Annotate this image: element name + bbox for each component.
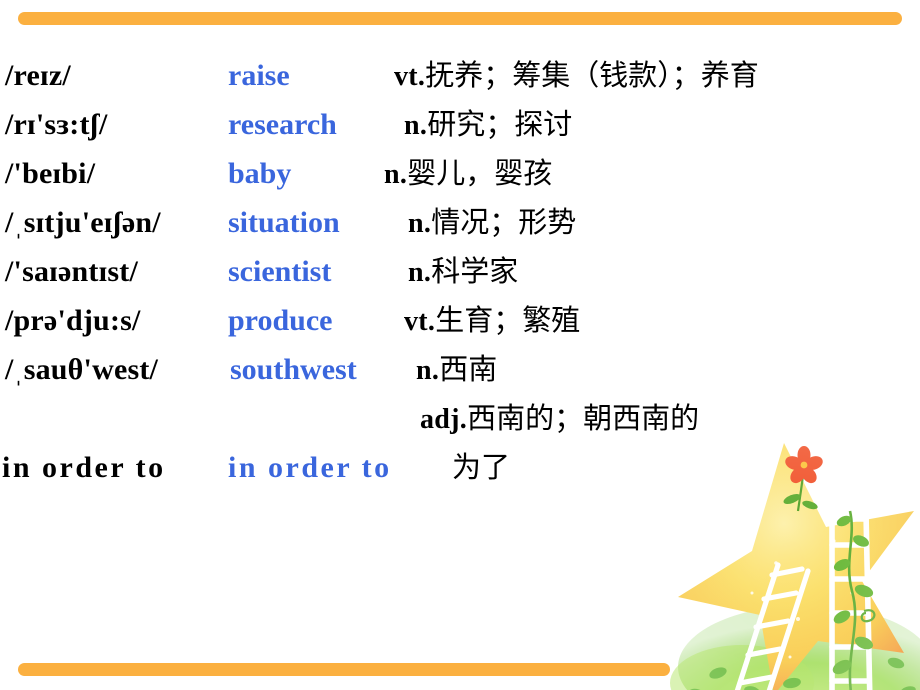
definition: n.西南 xyxy=(412,346,497,388)
definition: 为了 xyxy=(438,444,510,486)
phonetic-transcription: /reɪz/ xyxy=(5,59,71,92)
phonetic-transcription: /ˌsauθ'west/ xyxy=(5,353,159,386)
phonetic-transcription: /'saɪəntɪst/ xyxy=(5,255,138,288)
vocabulary-word: produce xyxy=(228,304,333,337)
vocabulary-row: /rɪ'sɜ:tʃ/ research n.研究；探讨 xyxy=(0,101,920,150)
definition: n.婴儿，婴孩 xyxy=(348,150,552,192)
definition: vt.抚养；筹集（钱款）；养育 xyxy=(368,52,759,94)
vocabulary-word: baby xyxy=(228,157,292,190)
part-of-speech: n. xyxy=(408,257,432,288)
chinese-meaning: 情况；形势 xyxy=(431,205,577,239)
part-of-speech: n. xyxy=(404,110,428,141)
chinese-meaning: 研究；探讨 xyxy=(427,107,573,141)
part-of-speech: n. xyxy=(416,355,440,386)
definition: n.情况；形势 xyxy=(390,199,576,241)
vocabulary-row: /ˌsɪtju'eɪʃən/ situation n.情况；形势 xyxy=(0,199,920,248)
part-of-speech: n. xyxy=(384,159,408,190)
vocabulary-row: /prə'dju:s/ produce vt.生育；繁殖 xyxy=(0,297,920,346)
definition-continuation-row: adj.西南的；朝西南的 xyxy=(0,395,920,444)
chinese-meaning: 西南的；朝西南的 xyxy=(467,401,700,435)
phonetic-transcription: /prə'dju:s/ xyxy=(5,304,141,337)
bottom-divider-bar xyxy=(18,663,670,676)
part-of-speech: vt. xyxy=(404,306,436,337)
vocabulary-word: southwest xyxy=(230,353,357,386)
slide-canvas: /reɪz/ raise vt.抚养；筹集（钱款）；养育 /rɪ'sɜ:tʃ/ … xyxy=(0,0,920,690)
vocabulary-row: /ˌsauθ'west/ southwest n.西南 xyxy=(0,346,920,395)
vocabulary-row: /'saɪəntɪst/ scientist n.科学家 xyxy=(0,248,920,297)
chinese-meaning: 为了 xyxy=(452,450,511,484)
phrase-word: in order to xyxy=(228,451,392,484)
top-divider-bar xyxy=(18,12,902,25)
chinese-meaning: 生育；繁殖 xyxy=(435,303,581,337)
vocabulary-word: raise xyxy=(228,59,290,92)
vocabulary-word: scientist xyxy=(228,255,332,288)
vocabulary-row: /'beɪbi/ baby n.婴儿，婴孩 xyxy=(0,150,920,199)
phonetic-transcription: /'beɪbi/ xyxy=(5,157,96,190)
vocabulary-word: situation xyxy=(228,206,340,239)
vocabulary-word: research xyxy=(228,108,337,141)
phrase-row: in order to in order to 为了 xyxy=(0,444,920,493)
phonetic-transcription: /ˌsɪtju'eɪʃən/ xyxy=(5,206,161,239)
chinese-meaning: 科学家 xyxy=(431,254,519,288)
chinese-meaning: 西南 xyxy=(439,352,498,386)
definition: n.研究；探讨 xyxy=(368,101,572,143)
part-of-speech: adj. xyxy=(420,404,468,435)
part-of-speech: vt. xyxy=(394,61,426,92)
part-of-speech: n. xyxy=(408,208,432,239)
vocabulary-list: /reɪz/ raise vt.抚养；筹集（钱款）；养育 /rɪ'sɜ:tʃ/ … xyxy=(0,52,920,493)
phonetic-transcription: /rɪ'sɜ:tʃ/ xyxy=(5,108,108,141)
phrase-headword: in order to xyxy=(2,451,166,484)
definition: adj.西南的；朝西南的 xyxy=(420,395,699,437)
chinese-meaning: 抚养；筹集（钱款）；养育 xyxy=(425,58,759,92)
vocabulary-row: /reɪz/ raise vt.抚养；筹集（钱款）；养育 xyxy=(0,52,920,101)
definition: n.科学家 xyxy=(380,248,518,290)
chinese-meaning: 婴儿，婴孩 xyxy=(407,156,553,190)
definition: vt.生育；繁殖 xyxy=(376,297,580,339)
